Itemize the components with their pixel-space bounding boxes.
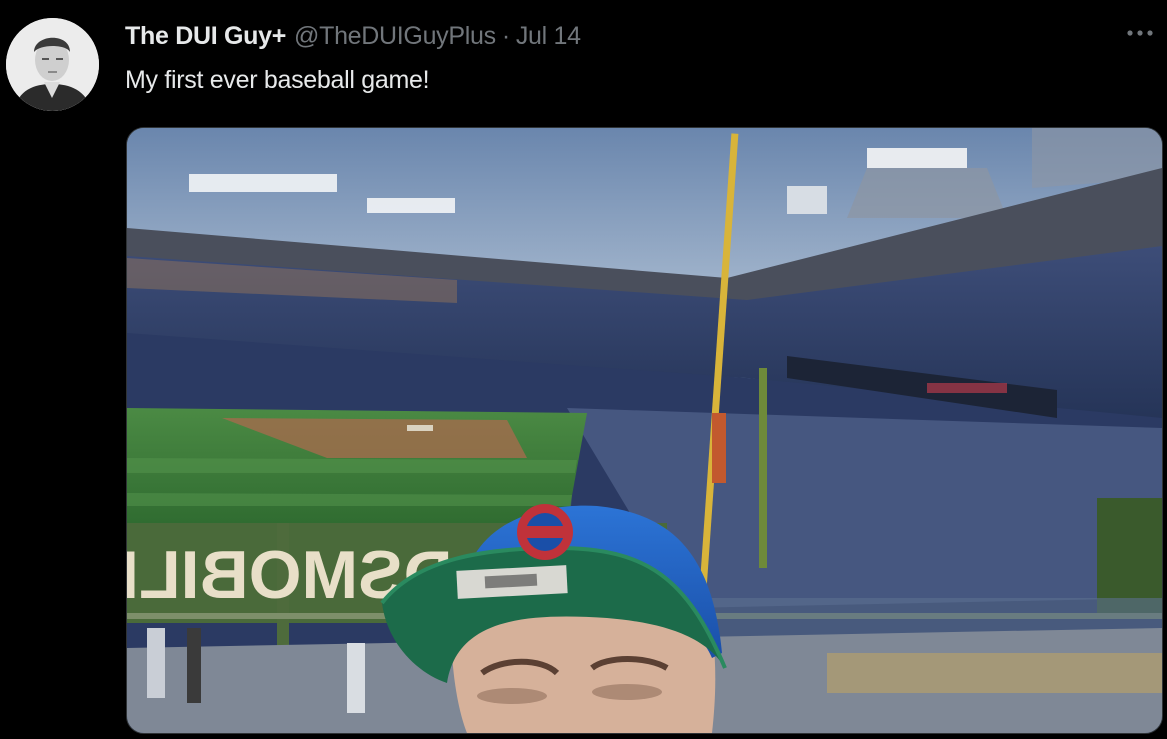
timestamp[interactable]: Jul 14 (516, 22, 581, 51)
user-handle[interactable]: @TheDUIGuyPlus (294, 22, 496, 51)
tweet-text: My first ever baseball game! (125, 66, 430, 94)
tweet-media-photo[interactable]: OLDSMOBILE (126, 127, 1163, 734)
separator: · (501, 22, 510, 50)
more-button[interactable] (1123, 20, 1157, 46)
profile-photo-icon (6, 18, 99, 111)
tweet[interactable]: The DUI Guy+ @TheDUIGuyPlus · Jul 14 My … (0, 0, 1167, 739)
display-name[interactable]: The DUI Guy+ (125, 22, 286, 51)
tweet-header: The DUI Guy+ @TheDUIGuyPlus · Jul 14 (125, 22, 581, 51)
more-horizontal-icon (1127, 30, 1153, 36)
avatar[interactable] (6, 18, 99, 111)
stadium-selfie-image: OLDSMOBILE (127, 128, 1162, 733)
